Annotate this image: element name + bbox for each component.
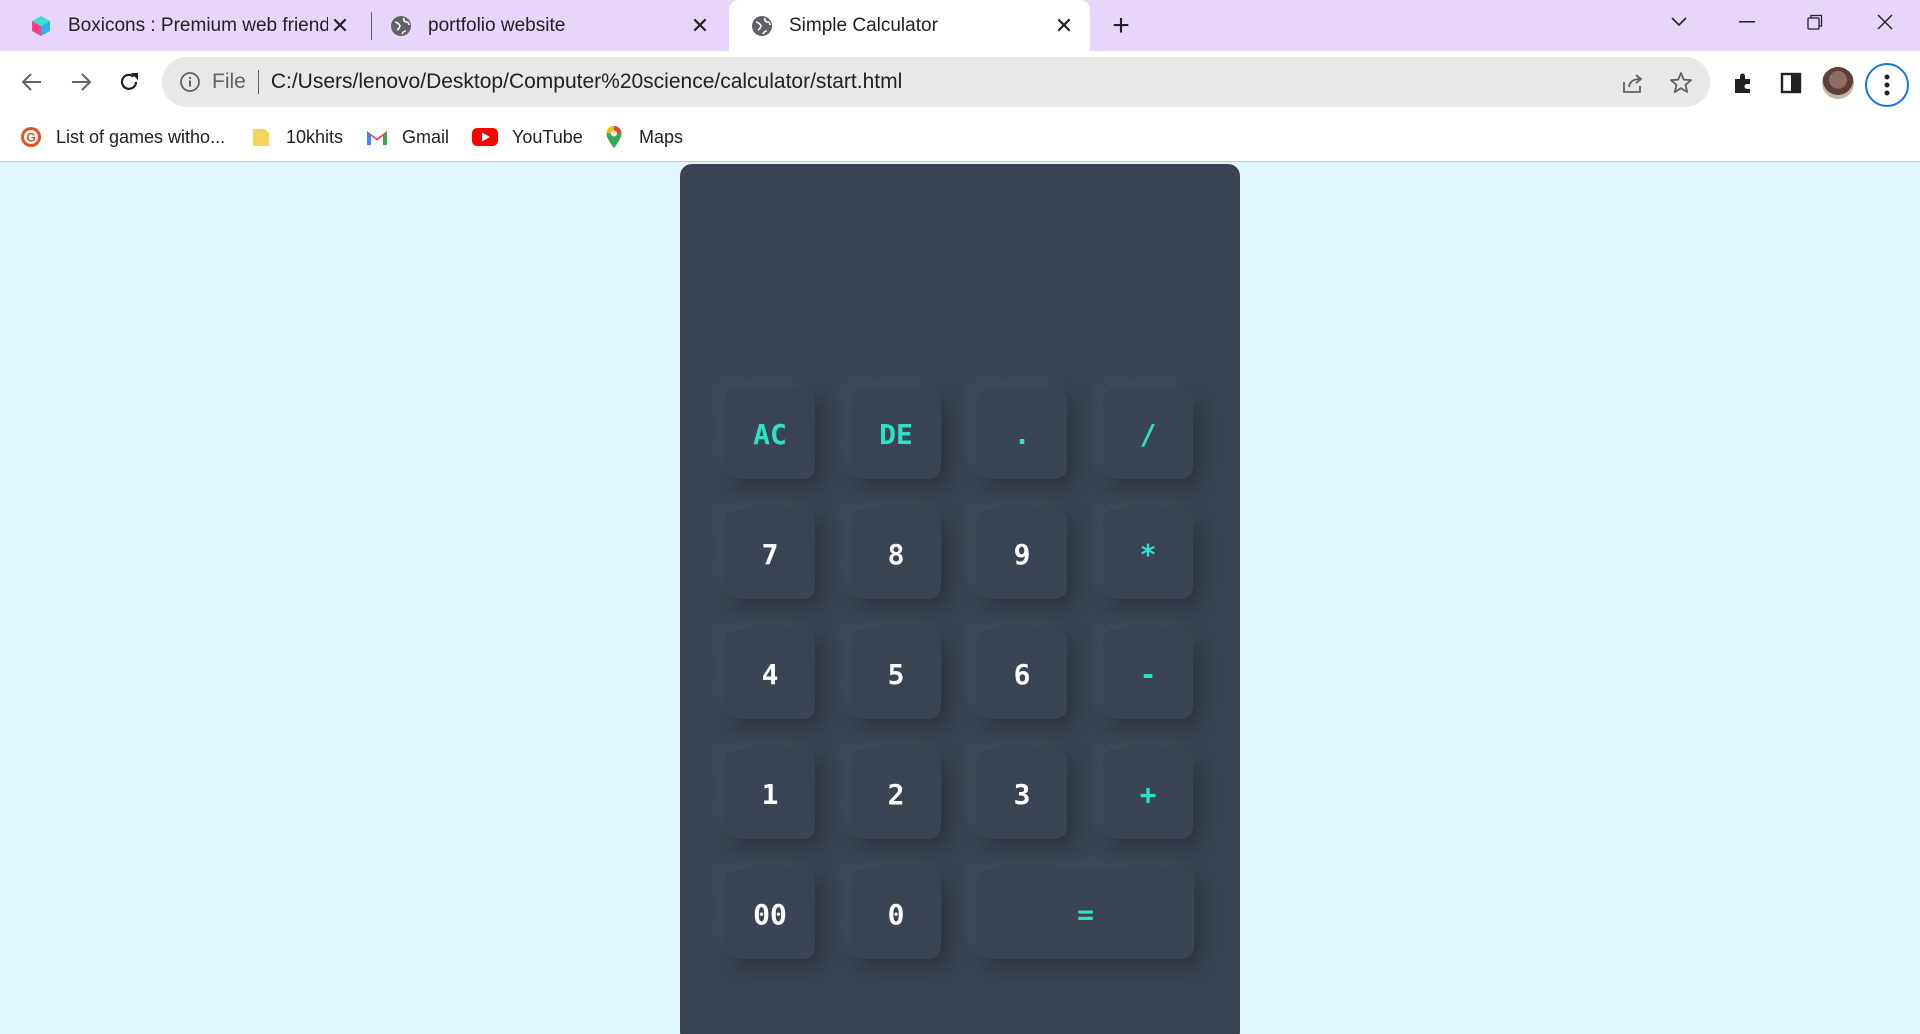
folder-icon [250, 126, 272, 148]
tab-title: portfolio website [428, 14, 566, 36]
maps-icon [603, 126, 625, 148]
divide-button[interactable]: / [1103, 389, 1193, 479]
close-icon[interactable]: ✕ [1052, 13, 1076, 38]
digit-9-button[interactable]: 9 [977, 509, 1067, 599]
bookmark-label: List of games witho... [56, 126, 226, 147]
digit-8-button[interactable]: 8 [851, 509, 941, 599]
double-zero-button[interactable]: 00 [725, 869, 815, 959]
address-bar[interactable]: File C:/Users/lenovo/Desktop/Computer%20… [162, 57, 1710, 107]
tab-simple-calculator[interactable]: Simple Calculator ✕ [729, 0, 1090, 51]
minus-button[interactable]: - [1103, 629, 1193, 719]
boxicons-logo-icon [30, 15, 52, 37]
forward-button[interactable] [61, 62, 101, 102]
tab-portfolio[interactable]: portfolio website ✕ [368, 0, 726, 51]
close-window-button[interactable] [1851, 0, 1919, 44]
digit-4-button[interactable]: 4 [725, 629, 815, 719]
bookmark-10khits[interactable]: 10khits [250, 123, 343, 151]
tab-search-chevron-icon[interactable] [1645, 0, 1713, 44]
globe-icon [751, 15, 773, 37]
extensions-puzzle-icon[interactable] [1729, 69, 1757, 97]
restore-button[interactable] [1781, 0, 1849, 44]
bookmark-youtube[interactable]: YouTube [472, 123, 583, 151]
youtube-icon [472, 126, 498, 148]
gmail-icon [366, 126, 388, 148]
ac-button[interactable]: AC [725, 389, 815, 479]
bookmarks-bar: G List of games witho... 10khits Gmail Y… [0, 113, 1920, 162]
url-text[interactable]: C:/Users/lenovo/Desktop/Computer%20scien… [271, 70, 902, 94]
digit-0-button[interactable]: 0 [851, 869, 941, 959]
bookmark-list-of-games[interactable]: G List of games witho... [20, 123, 225, 151]
bookmark-label: Maps [639, 126, 684, 147]
digit-7-button[interactable]: 7 [725, 509, 815, 599]
decimal-button[interactable]: . [977, 389, 1067, 479]
digit-1-button[interactable]: 1 [725, 749, 815, 839]
reload-button[interactable] [109, 62, 149, 102]
share-icon[interactable] [1620, 70, 1646, 96]
tab-boxicons[interactable]: Boxicons : Premium web friendly ✕ [8, 0, 366, 51]
back-button[interactable] [12, 62, 52, 102]
digit-6-button[interactable]: 6 [977, 629, 1067, 719]
side-panel-icon[interactable] [1777, 69, 1805, 97]
multiply-button[interactable]: * [1103, 509, 1193, 599]
tab-title: Simple Calculator [789, 14, 938, 36]
profile-avatar[interactable] [1822, 67, 1854, 99]
bookmark-maps[interactable]: Maps [603, 123, 683, 151]
delete-button[interactable]: DE [851, 389, 941, 479]
url-scheme-label: File [212, 70, 246, 93]
close-icon[interactable]: ✕ [328, 13, 352, 38]
equals-button[interactable]: = [977, 869, 1194, 959]
more-menu-button[interactable] [1865, 63, 1909, 107]
calculator-display [720, 204, 1200, 324]
bookmark-label: YouTube [512, 126, 583, 147]
bookmark-gmail[interactable]: Gmail [366, 123, 449, 151]
bookmark-label: 10khits [286, 126, 344, 147]
browser-toolbar: File C:/Users/lenovo/Desktop/Computer%20… [0, 51, 1920, 113]
new-tab-button[interactable]: + [1104, 9, 1138, 43]
grammarly-icon: G [20, 126, 42, 148]
minimize-button[interactable] [1713, 0, 1781, 44]
bookmark-star-icon[interactable] [1668, 70, 1694, 96]
digit-2-button[interactable]: 2 [851, 749, 941, 839]
bookmark-label: Gmail [402, 126, 450, 147]
svg-text:G: G [26, 131, 35, 145]
digit-3-button[interactable]: 3 [977, 749, 1067, 839]
calculator-panel: AC DE . / 7 8 9 * 4 5 6 - 1 2 3 + 00 0 = [680, 164, 1240, 1034]
plus-button[interactable]: + [1103, 749, 1193, 839]
info-icon[interactable] [178, 70, 202, 94]
globe-icon [390, 15, 412, 37]
tab-title: Boxicons : Premium web friendly [68, 14, 328, 36]
tab-strip: Boxicons : Premium web friendly ✕ portfo… [0, 0, 1920, 51]
digit-5-button[interactable]: 5 [851, 629, 941, 719]
close-icon[interactable]: ✕ [688, 13, 712, 38]
divider [257, 70, 259, 94]
